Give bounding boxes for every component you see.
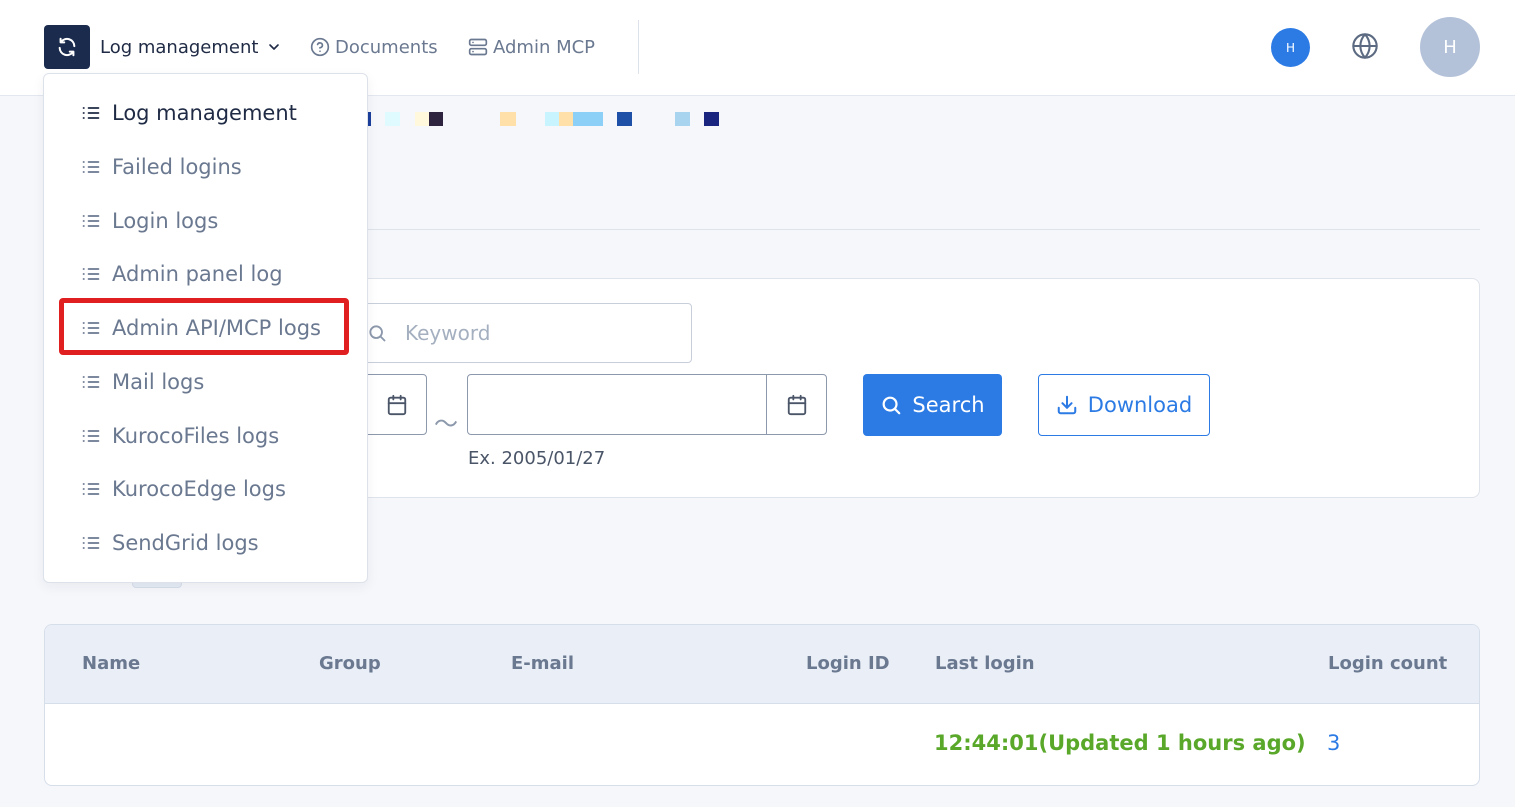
dropdown-item-label: Mail logs: [112, 370, 205, 394]
documents-label: Documents: [335, 36, 438, 58]
dropdown-item-log-management[interactable]: Log management: [80, 98, 297, 128]
column-header-group[interactable]: Group: [319, 653, 381, 674]
documents-link[interactable]: Documents: [310, 34, 438, 60]
list-icon: [82, 107, 100, 119]
dropdown-item-login-logs[interactable]: Login logs: [80, 206, 218, 236]
log-management-label: Log management: [100, 36, 259, 58]
download-icon: [1057, 395, 1077, 415]
keyword-input[interactable]: [405, 321, 675, 345]
dropdown-item-admin-api-mcp-logs[interactable]: Admin API/MCP logs: [80, 313, 321, 343]
list-icon: [82, 430, 100, 442]
dropdown-item-label: Admin panel log: [112, 262, 283, 286]
user-avatar[interactable]: H: [1420, 17, 1480, 77]
header-divider: [638, 20, 639, 74]
admin-mcp-link[interactable]: Admin MCP: [468, 34, 595, 60]
site-avatar[interactable]: H: [1271, 28, 1310, 67]
list-icon: [82, 483, 100, 495]
date-to-picker-button[interactable]: [766, 375, 826, 434]
admin-mcp-label: Admin MCP: [493, 36, 596, 58]
dropdown-item-admin-panel-log[interactable]: Admin panel log: [80, 259, 283, 289]
list-icon: [82, 322, 100, 334]
list-icon: [82, 376, 100, 388]
dropdown-item-label: KurocoEdge logs: [112, 477, 286, 501]
dropdown-item-kurocofiles-logs[interactable]: KurocoFiles logs: [80, 421, 279, 451]
table-header: Name Group E-mail Login ID Last login Lo…: [45, 625, 1479, 704]
user-table: Name Group E-mail Login ID Last login Lo…: [44, 624, 1480, 786]
log-management-menu[interactable]: Log management: [100, 34, 282, 60]
download-button-label: Download: [1087, 393, 1193, 417]
list-icon: [82, 268, 100, 280]
dropdown-item-label: Log management: [112, 101, 297, 125]
search-button[interactable]: Search: [863, 374, 1002, 436]
column-header-login-count[interactable]: Login count: [1328, 653, 1447, 674]
search-icon: [882, 396, 901, 415]
column-header-name[interactable]: Name: [82, 653, 140, 674]
list-icon: [82, 161, 100, 173]
date-to-field[interactable]: [467, 374, 827, 435]
date-range-separator: ～: [434, 410, 458, 438]
dropdown-item-label: SendGrid logs: [112, 531, 259, 555]
calendar-icon: [387, 394, 406, 415]
chevron-down-icon: [269, 44, 280, 50]
dropdown-item-sendgrid-logs[interactable]: SendGrid logs: [80, 528, 259, 558]
keyword-search-field[interactable]: [344, 303, 692, 363]
download-button[interactable]: Download: [1038, 374, 1210, 436]
search-icon: [369, 325, 386, 342]
last-login-cell: 12:44:01(Updated 1 hours ago): [934, 731, 1306, 755]
calendar-icon: [787, 394, 806, 415]
app-switch-button[interactable]: [44, 25, 90, 69]
dropdown-item-mail-logs[interactable]: Mail logs: [80, 367, 204, 397]
dropdown-item-label: Failed logins: [112, 155, 242, 179]
list-icon: [82, 215, 100, 227]
server-icon: [468, 38, 488, 56]
dropdown-item-label: Login logs: [112, 209, 219, 233]
column-header-login-id[interactable]: Login ID: [806, 653, 890, 674]
login-count-link[interactable]: 3: [1327, 731, 1340, 755]
refresh-icon: [58, 37, 76, 57]
dropdown-item-label: Admin API/MCP logs: [112, 316, 321, 340]
redacted-email-cell: [500, 111, 720, 126]
list-icon: [82, 537, 100, 549]
globe-icon: [1352, 33, 1378, 59]
dropdown-item-failed-logins[interactable]: Failed logins: [80, 152, 242, 182]
pixelation-pattern: [500, 112, 719, 126]
date-from-picker-button[interactable]: [366, 374, 427, 435]
search-button-label: Search: [912, 393, 985, 417]
dropdown-item-label: KurocoFiles logs: [112, 424, 280, 448]
column-header-email[interactable]: E-mail: [511, 653, 574, 674]
column-header-last-login[interactable]: Last login: [935, 653, 1035, 674]
date-format-hint: Ex. 2005/01/27: [468, 448, 606, 469]
language-button[interactable]: [1351, 32, 1379, 60]
dropdown-item-kurocoedge-logs[interactable]: KurocoEdge logs: [80, 474, 286, 504]
help-circle-icon: [310, 37, 330, 57]
